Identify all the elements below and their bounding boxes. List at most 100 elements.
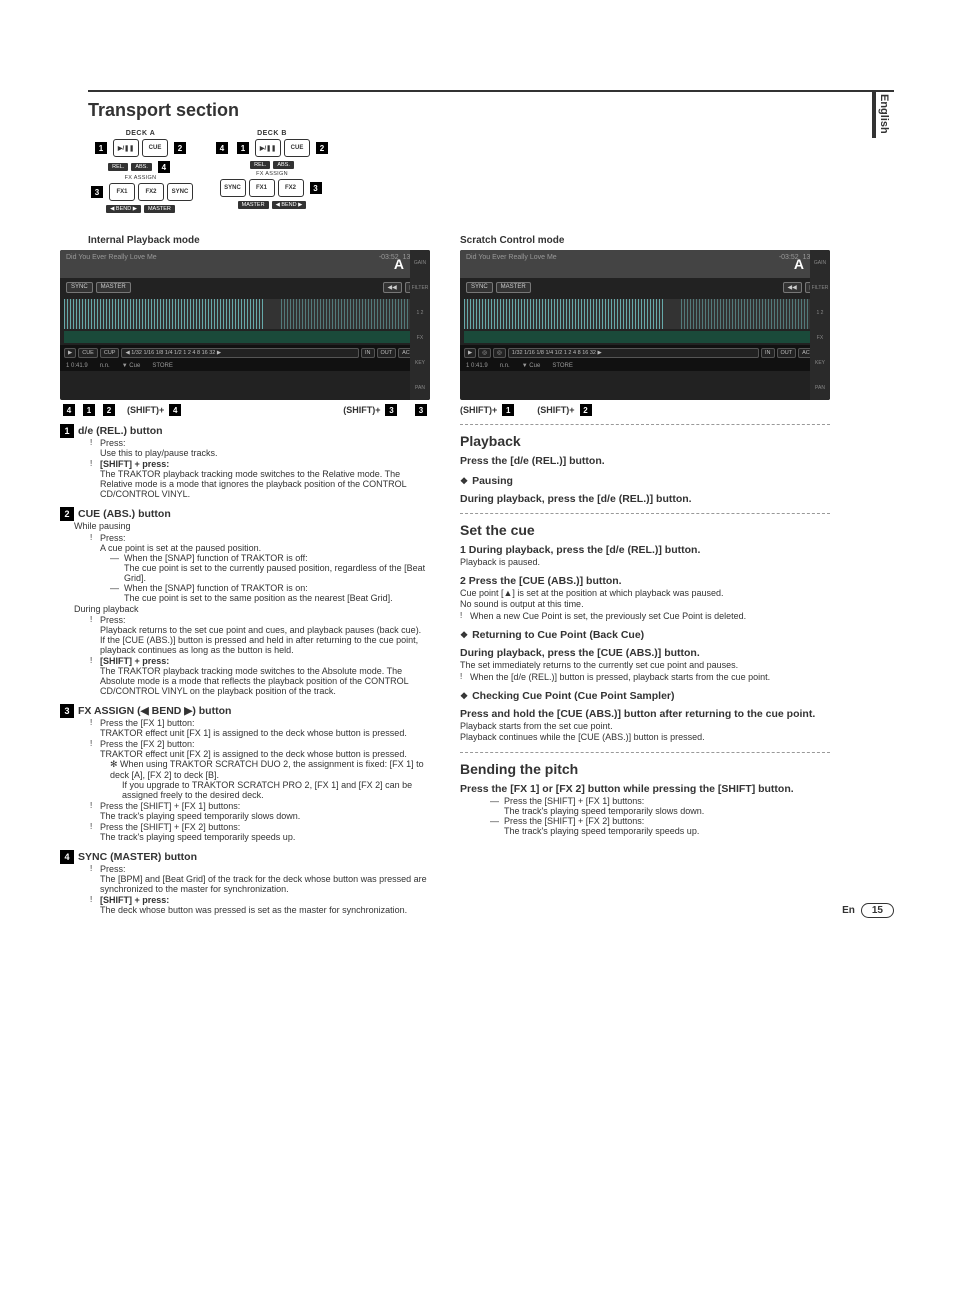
s4-b1-label: Press: (100, 864, 126, 874)
pausing-heading: ❖Pausing (460, 475, 830, 487)
ss-sync: SYNC (66, 282, 93, 293)
separator-2 (460, 513, 830, 514)
sync-button-a: SYNC (167, 183, 193, 201)
ss2-in: IN (761, 348, 775, 358)
check-step: Press and hold the [CUE (ABS.)] button a… (460, 708, 830, 720)
scratch-under-caption: (SHIFT)+1 (SHIFT)+2 (460, 404, 830, 416)
s2-d1-text: Playback returns to the set cue point an… (100, 625, 421, 635)
ss-waveform (64, 299, 426, 329)
callout-4a: 4 (158, 161, 170, 173)
deck-a-label: DECK A (126, 130, 156, 137)
check-note1: Playback starts from the set cue point. (460, 721, 830, 733)
callout-2b: 2 (316, 142, 328, 154)
section-2-heading: 2CUE (ABS.) button (60, 507, 430, 521)
check-heading: ❖Checking Cue Point (Cue Point Sampler) (460, 690, 830, 702)
ss-in: IN (361, 348, 375, 358)
ss2-waveform (464, 299, 826, 329)
setcue-step2-note2: No sound is output at this time. (460, 599, 830, 611)
setcue-step2-note1: Cue point [▲] is set at the position at … (460, 588, 830, 600)
callout-4b: 4 (216, 142, 228, 154)
s3-b2-label: Press the [FX 2] button: (100, 739, 195, 749)
s1-press-label: Press: (100, 438, 126, 448)
page-footer: En 15 (842, 903, 894, 918)
separator-1 (460, 424, 830, 425)
ss-side-panel: GAIN FILTER 1 2 FX KEY PAN (410, 250, 430, 400)
callout-1b: 1 (237, 142, 249, 154)
ss-side-pan: PAN (415, 385, 425, 391)
bend-d2a: Press the [SHIFT] + [FX 2] buttons: (504, 816, 644, 826)
internal-mode-screenshot: Did You Ever Really Love Me -03:52 135.9… (60, 250, 430, 400)
ss2-track-title: Did You Ever Really Love Me (466, 254, 557, 274)
return-note2: When the [d/e (REL.)] button is pressed,… (470, 672, 770, 682)
fx1-button-b: FX1 (249, 179, 275, 197)
deck-a-group: DECK A 1 ▶/❚❚ CUE 2 REL. ABS. 4 FX ASSIG… (88, 130, 193, 215)
s3-b1-text: TRAKTOR effect unit [FX 1] is assigned t… (100, 728, 407, 738)
ss-loop-sizes: ◀ 1/32 1/16 1/8 1/4 1/2 1 2 4 8 16 32 ▶ (121, 348, 359, 358)
setcue-step1: 1 During playback, press the [d/e (REL.)… (460, 544, 830, 556)
separator-3 (460, 752, 830, 753)
check-note2: Playback continues while the [CUE (ABS.)… (460, 732, 830, 744)
footer-page-number: 15 (861, 903, 894, 918)
ss2-out: OUT (777, 348, 797, 358)
setcue-step2: 2 Press the [CUE (ABS.)] button. (460, 575, 830, 587)
s1-press-text: Use this to play/pause tracks. (100, 448, 218, 458)
sync-button-b: SYNC (220, 179, 246, 197)
top-rule (88, 90, 894, 92)
ss-time2: 1 0:41.9 (66, 363, 88, 369)
playback-heading: Playback (460, 433, 830, 449)
ss-store: STORE (152, 363, 173, 369)
bend-d1a: Press the [SHIFT] + [FX 1] buttons: (504, 796, 644, 806)
ss-side-gain: GAIN (414, 260, 426, 266)
ss2-vinyl2-icon: ◎ (493, 348, 506, 358)
footer-lang: En (842, 905, 855, 916)
shift-plus-4: (SHIFT)+ (127, 405, 164, 415)
ss2-cue-marker: ▼ Cue (522, 363, 541, 369)
rel-label: REL. (108, 163, 128, 171)
ss2-side-pan: PAN (815, 385, 825, 391)
abs-label: ABS. (131, 163, 152, 171)
ss2-prev-icon: ◀◀ (783, 282, 802, 293)
s2-p1-d1b: The cue point is set to the currently pa… (124, 563, 425, 583)
ss-play: ▶ (64, 348, 76, 358)
s3-b2-text: TRAKTOR effect unit [FX 2] is assigned t… (100, 749, 407, 759)
hardware-diagram: DECK A 1 ▶/❚❚ CUE 2 REL. ABS. 4 FX ASSIG… (88, 130, 331, 215)
callout-3b: 3 (310, 182, 322, 194)
section-4-heading: 4SYNC (MASTER) button (60, 850, 430, 864)
ss2-side-filter: FILTER (812, 285, 829, 291)
s2-d1-label: Press: (100, 615, 126, 625)
s3-b3-label: Press the [SHIFT] + [FX 1] buttons: (100, 801, 240, 811)
ss2-side-fx: FX (817, 335, 823, 341)
s3-b1-label: Press the [FX 1] button: (100, 718, 195, 728)
return-step: During playback, press the [CUE (ABS.)] … (460, 647, 830, 659)
s3-star1: When using TRAKTOR SCRATCH DUO 2, the as… (110, 759, 424, 780)
callout-1: 1 (95, 142, 107, 154)
s2-p1-line: A cue point is set at the paused positio… (100, 543, 261, 553)
master-label-b: MASTER (238, 201, 269, 209)
ss-side-fx: FX (417, 335, 423, 341)
bend-label-b: ◀ BEND ▶ (272, 201, 307, 209)
ss2-sizes: 1/32 1/16 1/8 1/4 1/2 1 2 4 8 16 32 ▶ (508, 348, 759, 358)
ss-deck-letter: A (394, 256, 404, 272)
s2-d1-text2: If the [CUE (ABS.)] button is pressed an… (100, 635, 418, 655)
bend-step: Press the [FX 1] or [FX 2] button while … (460, 783, 830, 795)
cue-button: CUE (142, 139, 168, 157)
left-column: Internal Playback mode Did You Ever Real… (60, 235, 430, 916)
section-3-heading: 3FX ASSIGN (◀ BEND ▶) button (60, 704, 430, 718)
ss-cue: CUE (78, 348, 98, 358)
rel-label-b: REL. (250, 161, 270, 169)
s1-shift-label: [SHIFT] + press: (100, 459, 169, 469)
internal-mode-title: Internal Playback mode (88, 235, 430, 246)
setcue-step2-note3: When a new Cue Point is set, the previou… (470, 611, 746, 621)
s2-d2-text: The TRAKTOR playback tracking mode switc… (100, 666, 408, 696)
play-pause-button: ▶/❚❚ (113, 139, 139, 157)
ss2-deck-letter: A (794, 256, 804, 272)
scratch-mode-title: Scratch Control mode (460, 235, 830, 246)
setcue-step1-note: Playback is paused. (460, 557, 830, 569)
fx2-button-b: FX2 (278, 179, 304, 197)
s3-b4-label: Press the [SHIFT] + [FX 2] buttons: (100, 822, 240, 832)
ss2-side-gain: GAIN (814, 260, 826, 266)
bend-label-a: ◀ BEND ▶ (106, 205, 141, 213)
ss-track-title: Did You Ever Really Love Me (66, 254, 157, 274)
s2-while-pausing: While pausing (74, 521, 430, 533)
s2-p1-d2a: When the [SNAP] function of TRAKTOR is o… (124, 583, 308, 593)
